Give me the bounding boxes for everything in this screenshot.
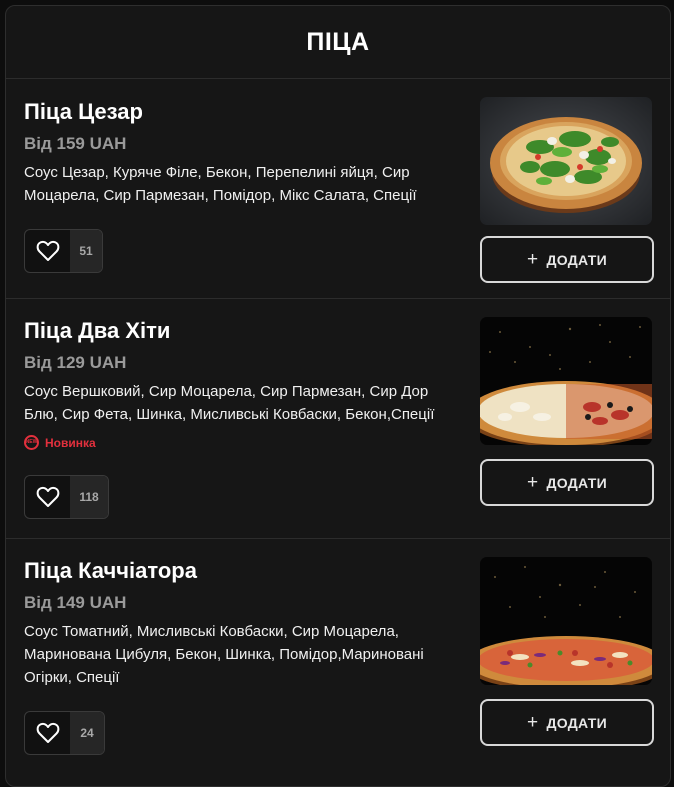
- item-title: Піца Два Хіти: [24, 318, 171, 343]
- heart-icon: [25, 230, 70, 272]
- item-title: Піца Цезар: [24, 99, 143, 124]
- plus-icon: +: [527, 712, 539, 733]
- like-count: 118: [70, 476, 108, 518]
- menu-item: Піца Два Хіти Від 129 UAH Соус Вершковий…: [6, 299, 670, 539]
- like-button[interactable]: 24: [24, 711, 105, 755]
- new-badge-icon: NEW: [24, 435, 39, 450]
- heart-icon: [25, 712, 70, 754]
- add-to-cart-button[interactable]: + ДОДАТИ: [480, 236, 654, 283]
- add-button-label: ДОДАТИ: [546, 714, 607, 731]
- item-description: Соус Вершковий, Сир Моцарела, Сир Пармез…: [24, 383, 435, 423]
- menu-item: Піца Каччіатора Від 149 UAH Соус Томатни…: [6, 539, 670, 786]
- like-count: 24: [70, 712, 104, 754]
- item-price: Від 159 UAH: [24, 134, 127, 153]
- like-button[interactable]: 51: [24, 229, 103, 273]
- plus-icon: +: [527, 249, 539, 270]
- item-price: Від 129 UAH: [24, 353, 127, 372]
- new-badge: NEW Новинка: [24, 435, 96, 450]
- like-count: 51: [70, 230, 102, 272]
- item-price: Від 149 UAH: [24, 593, 127, 612]
- pizza-photo: [480, 317, 652, 445]
- menu-item: Піца Цезар Від 159 UAH Соус Цезар, Куряч…: [6, 79, 670, 299]
- new-badge-label: Новинка: [45, 435, 96, 450]
- add-to-cart-button[interactable]: + ДОДАТИ: [480, 699, 654, 746]
- pizza-photo: [480, 97, 652, 225]
- add-to-cart-button[interactable]: + ДОДАТИ: [480, 459, 654, 506]
- category-header: ПІЦА: [6, 6, 670, 79]
- add-button-label: ДОДАТИ: [546, 251, 607, 268]
- item-description: Соус Томатний, Мисливські Ковбаски, Сир …: [24, 623, 424, 686]
- item-description: Соус Цезар, Куряче Філе, Бекон, Перепели…: [24, 164, 417, 204]
- heart-icon: [25, 476, 70, 518]
- menu-category-panel: ПІЦА Піца Цезар Від 159 UAH Соус Цезар, …: [5, 5, 671, 787]
- plus-icon: +: [527, 472, 539, 493]
- add-button-label: ДОДАТИ: [546, 474, 607, 491]
- pizza-photo: [480, 557, 652, 685]
- item-title: Піца Каччіатора: [24, 558, 197, 583]
- category-title: ПІЦА: [306, 27, 370, 56]
- like-button[interactable]: 118: [24, 475, 109, 519]
